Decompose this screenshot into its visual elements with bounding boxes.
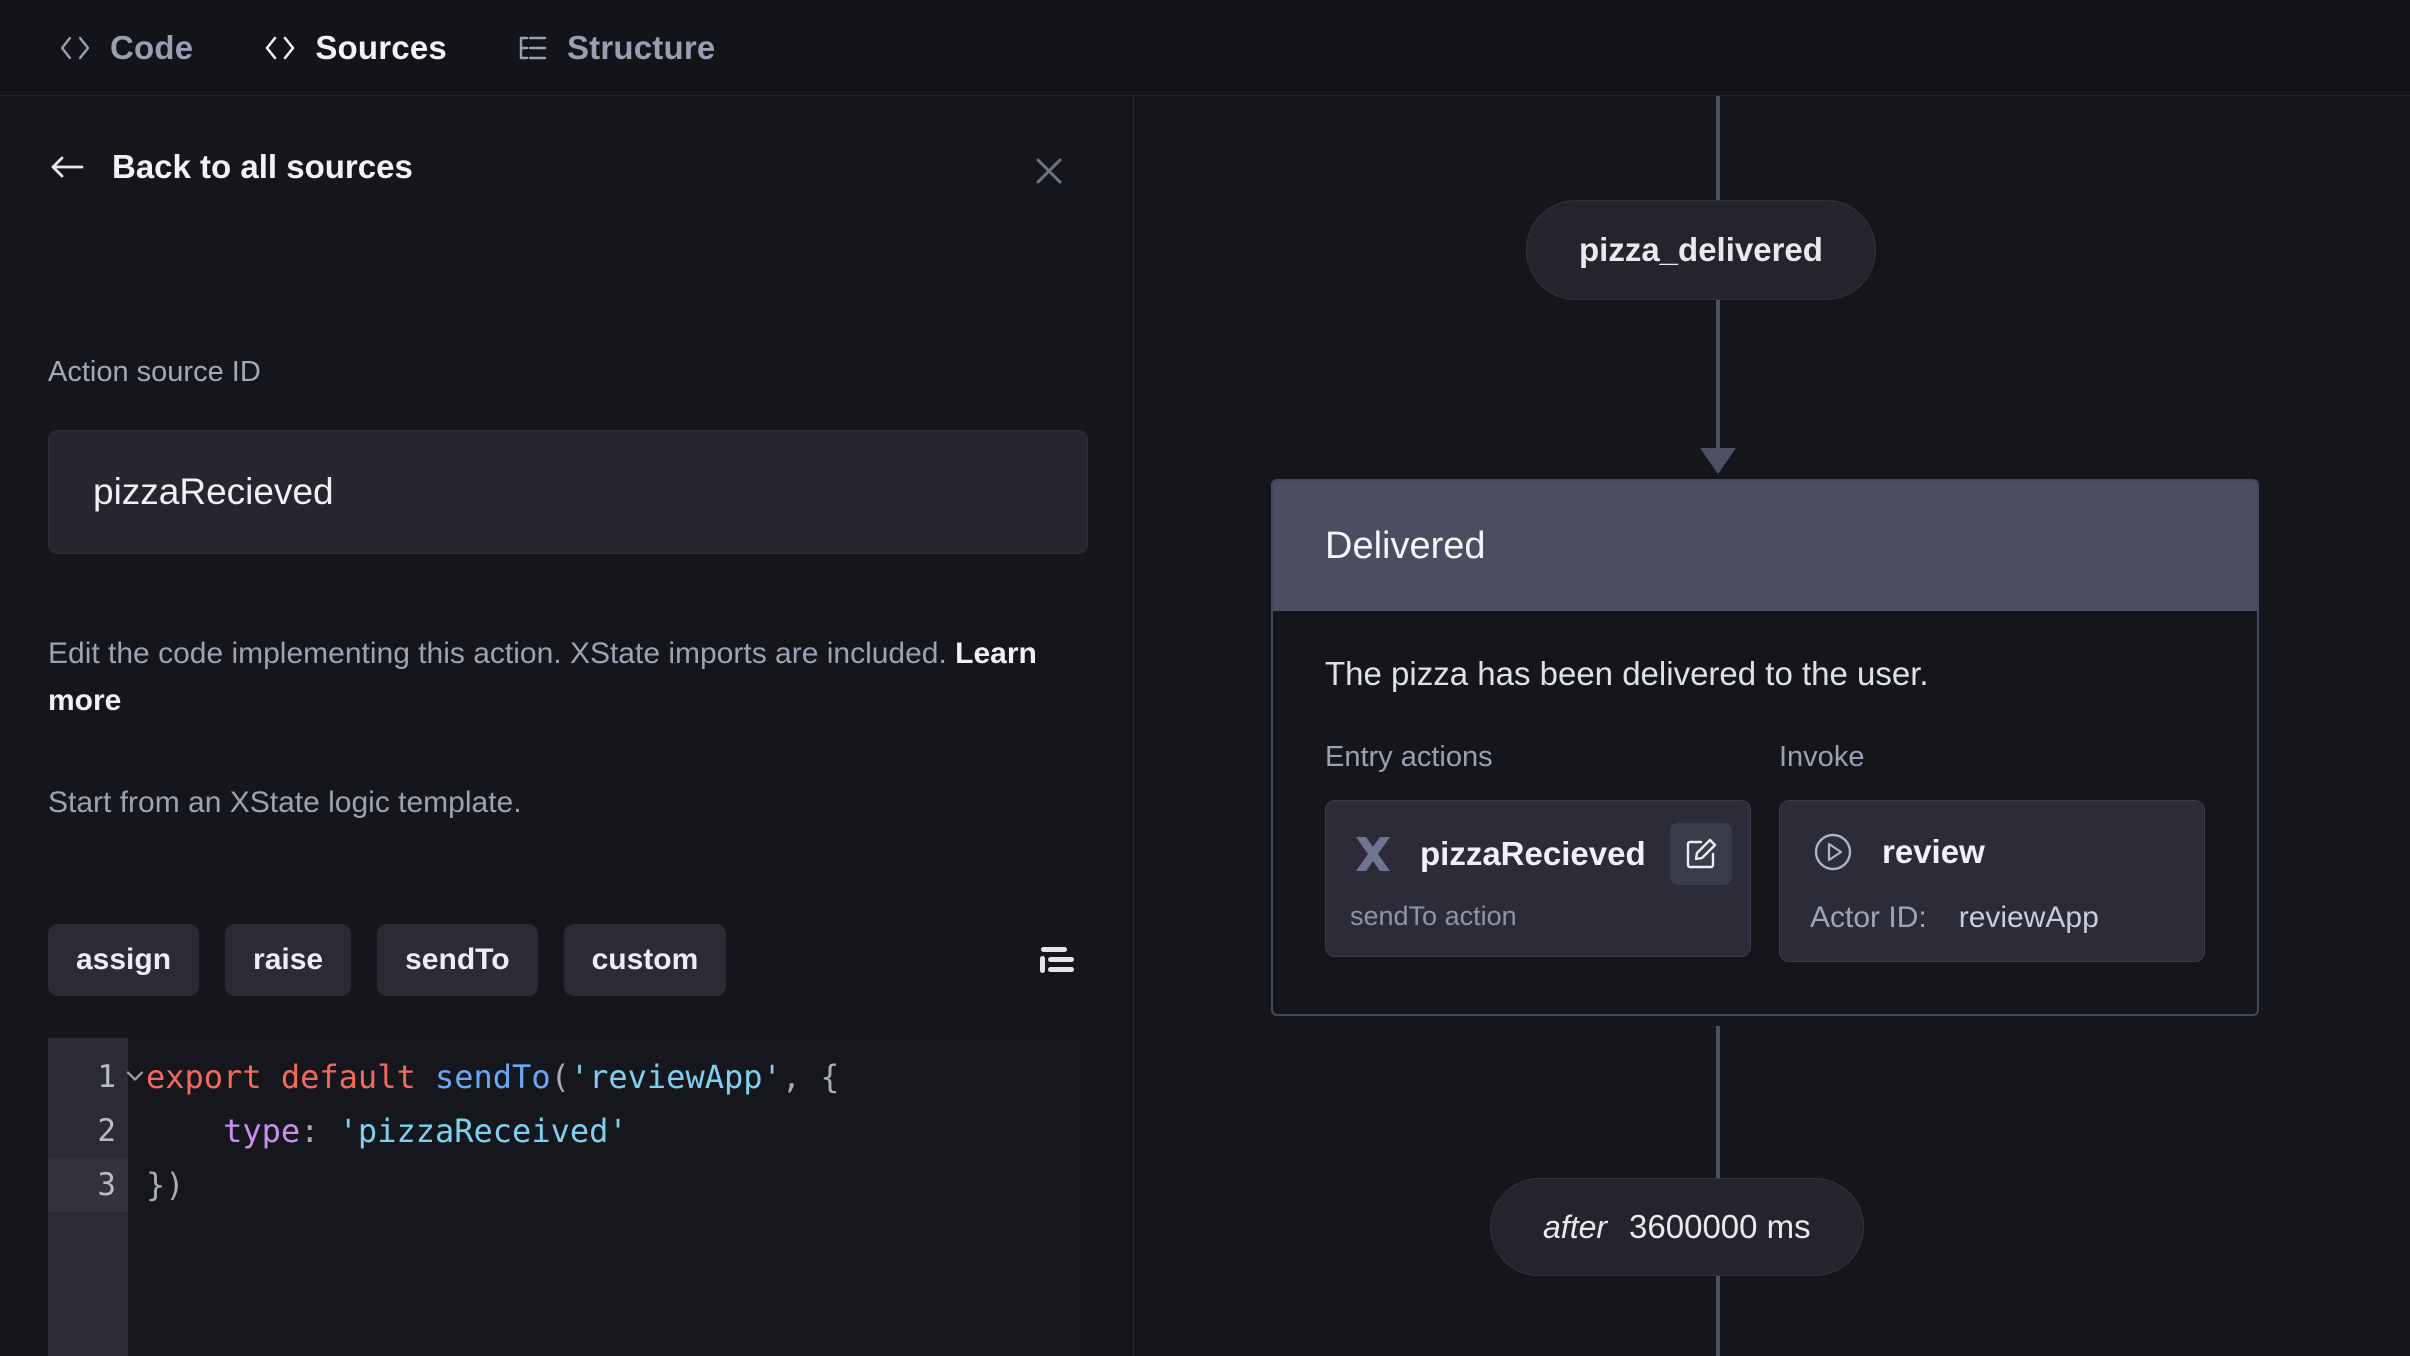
edge-event-to-state <box>1716 300 1720 452</box>
play-circle-icon <box>1810 829 1856 875</box>
tab-structure[interactable]: Structure <box>517 29 716 67</box>
tab-code[interactable]: Code <box>58 29 193 67</box>
editor-gutter: 1 2 3 <box>48 1038 144 1356</box>
line-number: 3 <box>97 1167 116 1203</box>
panel-description: Edit the code implementing this action. … <box>48 630 1078 725</box>
edge-delay-outgoing <box>1716 1276 1720 1356</box>
tab-sources[interactable]: Sources <box>263 29 447 67</box>
statechart-canvas[interactable]: pizza_delivered Delivered The pizza has … <box>1135 96 2410 1356</box>
arrowhead-icon <box>1700 448 1736 474</box>
delay-value: 3600000 ms <box>1629 1208 1811 1245</box>
list-indent-icon[interactable] <box>1024 928 1088 992</box>
line-number: 1 <box>97 1059 116 1095</box>
code-token: { <box>820 1058 840 1096</box>
invoke-row: review <box>1810 829 2180 875</box>
code-token: sendTo <box>434 1058 551 1096</box>
template-hint: Start from an XState logic template. <box>48 786 522 819</box>
edit-pencil-icon[interactable] <box>1669 823 1732 885</box>
invoke-actor-meta: Actor ID: reviewApp <box>1810 901 2180 935</box>
template-button-sendto[interactable]: sendTo <box>377 924 538 996</box>
code-token: , <box>781 1058 821 1096</box>
tab-code-label: Code <box>110 28 194 66</box>
entry-actions-section: Entry actions pizzaRecieved sendTo actio… <box>1325 741 1751 962</box>
state-header: Delivered <box>1273 481 2257 611</box>
code-token: 'pizzaReceived' <box>338 1112 628 1150</box>
actor-id-value: reviewApp <box>1958 901 2099 934</box>
entry-action-row: pizzaRecieved <box>1350 823 1732 885</box>
code-editor[interactable]: 1 2 3 export default sendTo('reviewApp',… <box>48 1038 1084 1356</box>
invoke-card[interactable]: review Actor ID: reviewApp <box>1779 800 2205 962</box>
edge-state-to-delay <box>1716 1026 1720 1178</box>
close-icon[interactable] <box>1026 148 1072 194</box>
template-button-custom[interactable]: custom <box>563 924 727 996</box>
editor-code-area[interactable]: export default sendTo('reviewApp', { typ… <box>128 1038 1084 1356</box>
code-token: default <box>280 1058 416 1096</box>
top-tab-bar: Code Sources Structure <box>0 0 2410 96</box>
gutter-line-1: 1 <box>48 1050 144 1104</box>
code-token: : <box>300 1112 339 1150</box>
arrow-left-icon <box>48 152 86 182</box>
invoke-section: Invoke review Actor ID: reviewApp <box>1779 741 2205 962</box>
code-token: 'reviewApp' <box>569 1058 782 1096</box>
code-token: type <box>223 1112 301 1150</box>
event-node-label: pizza_delivered <box>1579 231 1823 268</box>
template-buttons-row: assign raise sendTo custom <box>48 922 1088 998</box>
state-title: Delivered <box>1325 524 1486 567</box>
actor-id-label: Actor ID: <box>1810 901 1927 934</box>
app-root: Code Sources Structure Back to all sourc… <box>0 0 2410 1356</box>
edge-incoming-top <box>1716 96 1720 200</box>
tab-sources-label: Sources <box>315 28 447 66</box>
action-source-id-label: Action source ID <box>48 356 261 388</box>
entry-action-card[interactable]: pizzaRecieved sendTo action <box>1325 800 1751 957</box>
state-description: The pizza has been delivered to the user… <box>1325 655 1929 692</box>
gutter-line-2: 2 <box>48 1104 128 1158</box>
tab-structure-label: Structure <box>566 28 716 66</box>
action-source-id-input[interactable] <box>48 430 1088 554</box>
back-label: Back to all sources <box>112 148 413 185</box>
template-button-raise[interactable]: raise <box>225 924 352 996</box>
gutter-line-3: 3 <box>48 1158 128 1212</box>
template-button-assign[interactable]: assign <box>48 924 200 996</box>
entry-action-name: pizzaRecieved <box>1420 835 1646 872</box>
back-to-all-sources-button[interactable]: Back to all sources <box>48 148 413 186</box>
code-token: }) <box>146 1166 185 1204</box>
entry-action-subtitle: sendTo action <box>1350 901 1517 931</box>
state-sections: Entry actions pizzaRecieved sendTo actio… <box>1325 741 2205 962</box>
code-brackets-icon <box>58 33 92 63</box>
delay-after-label: after <box>1543 1208 1608 1245</box>
panel-header: Back to all sources <box>0 124 1133 210</box>
code-token: export <box>146 1058 262 1096</box>
chevron-down-icon[interactable] <box>124 1068 146 1089</box>
xstate-x-icon <box>1350 831 1396 877</box>
code-brackets-icon <box>263 33 297 63</box>
description-text: Edit the code implementing this action. … <box>48 637 956 670</box>
event-node-pizza-delivered[interactable]: pizza_delivered <box>1526 200 1876 300</box>
structure-tree-icon <box>517 34 549 62</box>
line-number: 2 <box>97 1113 116 1149</box>
entry-actions-title: Entry actions <box>1325 741 1493 773</box>
delay-node-after[interactable]: after 3600000 ms <box>1490 1178 1864 1276</box>
code-token: ( <box>550 1058 570 1096</box>
source-detail-panel: Back to all sources Action source ID Edi… <box>0 96 1134 1356</box>
state-node-delivered[interactable]: Delivered The pizza has been delivered t… <box>1271 479 2259 1016</box>
invoke-name: review <box>1882 833 1985 870</box>
state-body: The pizza has been delivered to the user… <box>1273 611 2257 1014</box>
invoke-title: Invoke <box>1779 741 1865 773</box>
